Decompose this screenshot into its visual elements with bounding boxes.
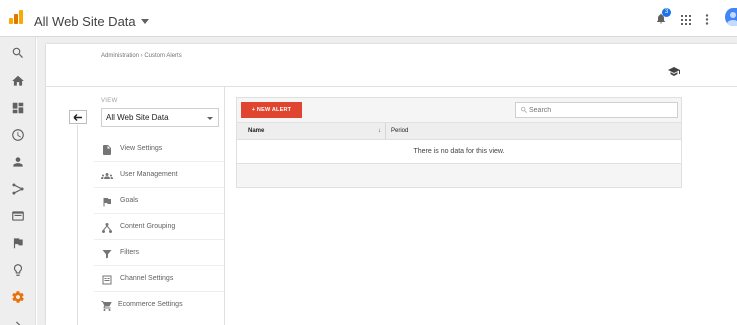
admin-item-channel-settings[interactable]: Channel Settings	[94, 266, 224, 292]
view-admin-list: View Settings User Management Goals Cont…	[94, 136, 224, 318]
chevron-down-icon	[140, 19, 149, 24]
notification-badge: 3	[662, 8, 671, 17]
admin-item-label: View Settings	[120, 145, 163, 152]
new-alert-button[interactable]: + NEW ALERT	[241, 102, 302, 118]
customization-icon[interactable]	[9, 99, 27, 117]
expand-icon[interactable]	[9, 316, 27, 325]
avatar[interactable]	[725, 8, 737, 26]
admin-item-label: Content Grouping	[120, 223, 176, 230]
search-icon[interactable]	[9, 44, 27, 62]
person-icon[interactable]	[9, 153, 27, 171]
view-selected-value: All Web Site Data	[106, 113, 169, 122]
search-input[interactable]	[529, 105, 669, 116]
admin-item-label: Goals	[120, 197, 139, 204]
arrow-left-icon	[73, 108, 83, 126]
admin-item-label: Ecommerce Settings	[118, 301, 183, 308]
sort-arrow-icon[interactable]: ↓	[378, 128, 381, 134]
clock-icon[interactable]	[9, 126, 27, 144]
users-icon	[101, 169, 113, 181]
column-header-period[interactable]: Period	[391, 128, 408, 134]
divider	[224, 87, 225, 325]
custom-alerts-table: + NEW ALERT Name ↓ Period There is no da…	[236, 97, 682, 188]
apps-grid-icon[interactable]	[681, 12, 691, 25]
admin-item-label: Channel Settings	[120, 275, 174, 282]
admin-panel: Administration › Custom Alerts VIEW All …	[46, 44, 737, 325]
account-title: All Web Site Data	[34, 14, 136, 29]
admin-item-view-settings[interactable]: View Settings	[94, 136, 224, 162]
analytics-logo-icon[interactable]	[9, 10, 23, 24]
column-header-label: Name	[248, 128, 265, 134]
page-header: Administration › Custom Alerts	[46, 44, 737, 87]
column-header-name[interactable]: Name ↓	[237, 123, 386, 139]
flag-icon	[101, 195, 113, 207]
document-icon	[101, 143, 113, 155]
more-vert-icon[interactable]	[705, 12, 709, 25]
admin-item-goals[interactable]: Goals	[94, 188, 224, 214]
empty-state-message: There is no data for this view.	[413, 148, 505, 155]
admin-item-filters[interactable]: Filters	[94, 240, 224, 266]
table-body: There is no data for this view.	[237, 140, 681, 164]
filter-icon	[101, 247, 113, 259]
back-button[interactable]	[69, 110, 87, 124]
admin-item-ecommerce-settings[interactable]: Ecommerce Settings	[94, 292, 224, 318]
view-selector[interactable]: All Web Site Data	[101, 108, 219, 127]
cart-icon	[101, 299, 113, 311]
graduation-cap-icon[interactable]	[668, 64, 680, 76]
search-field[interactable]	[515, 102, 678, 118]
chevron-down-icon	[207, 117, 213, 120]
table-header: Name ↓ Period	[237, 122, 681, 140]
channel-icon	[101, 273, 113, 285]
admin-item-user-management[interactable]: User Management	[94, 162, 224, 188]
content-grouping-icon	[101, 221, 113, 233]
lightbulb-icon[interactable]	[9, 261, 27, 279]
flag-icon[interactable]	[9, 234, 27, 252]
breadcrumb[interactable]: Administration › Custom Alerts	[101, 53, 182, 59]
home-icon[interactable]	[9, 72, 27, 90]
divider	[77, 125, 78, 325]
behavior-icon[interactable]	[9, 207, 27, 225]
notifications-bell-icon[interactable]: 3	[655, 8, 671, 26]
admin-item-content-grouping[interactable]: Content Grouping	[94, 214, 224, 240]
left-nav-rail	[0, 37, 36, 325]
admin-item-label: Filters	[120, 249, 140, 256]
acquisition-icon[interactable]	[9, 180, 27, 198]
admin-item-label: User Management	[120, 171, 178, 178]
gear-icon[interactable]	[9, 288, 27, 306]
account-selector[interactable]: All Web Site Data	[34, 14, 149, 29]
view-label: VIEW	[101, 98, 118, 104]
top-bar: All Web Site Data 3	[0, 0, 737, 37]
